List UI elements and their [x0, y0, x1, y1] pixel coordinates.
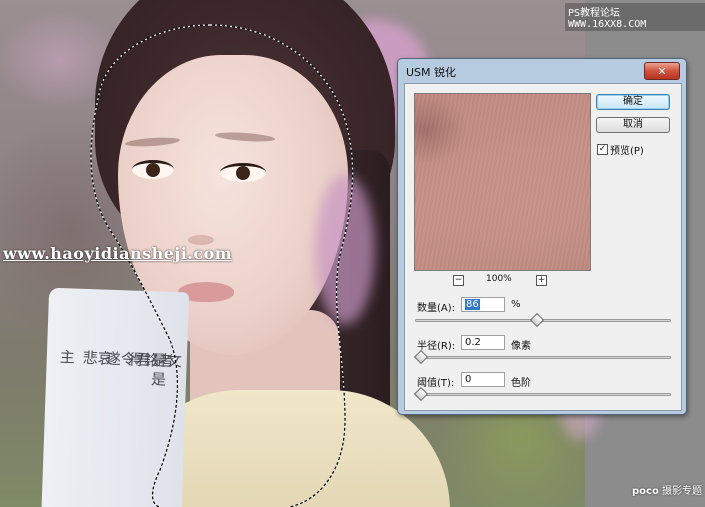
slider-thumb[interactable] — [413, 349, 429, 365]
amount-label: 数量(A): — [417, 303, 456, 314]
threshold-label: 阈值(T): — [417, 378, 455, 389]
url-watermark: www.haoyidiansheji.com — [3, 244, 233, 263]
radius-unit: 像素 — [511, 341, 531, 352]
amount-value: 86 — [465, 299, 480, 310]
amount-unit: % — [511, 299, 521, 310]
threshold-unit: 色阶 — [511, 378, 531, 389]
amount-slider[interactable] — [415, 312, 671, 328]
radius-slider[interactable] — [413, 349, 671, 365]
cancel-button[interactable]: 取消 — [596, 117, 670, 133]
zoom-controls: − 100% + — [453, 274, 553, 287]
threshold-slider[interactable] — [413, 386, 671, 402]
radius-label: 半径(R): — [417, 341, 456, 352]
checkmark-icon: ✓ — [598, 144, 607, 154]
close-button[interactable]: ✕ — [644, 62, 680, 80]
radius-input[interactable]: 0.2 — [461, 335, 505, 350]
zoom-in-button[interactable]: + — [536, 275, 547, 286]
slider-thumb[interactable] — [529, 312, 544, 328]
usm-sharpen-dialog[interactable]: USM 锐化 ✕ − 100% + 确定 取消 ✓ 预览(P) 数量(A): 8… — [397, 58, 687, 415]
ok-button[interactable]: 确定 — [596, 94, 670, 110]
slider-track[interactable] — [415, 356, 671, 359]
zoom-level: 100% — [486, 274, 512, 284]
slider-track[interactable] — [415, 393, 671, 396]
amount-input[interactable]: 86 — [461, 297, 505, 312]
close-icon: ✕ — [657, 64, 667, 78]
dialog-body: − 100% + 确定 取消 ✓ 预览(P) 数量(A): 86 % 半径(R)… — [404, 83, 682, 411]
slider-thumb[interactable] — [413, 386, 429, 402]
preview-checkbox[interactable]: ✓ — [597, 144, 608, 155]
dialog-titlebar[interactable]: USM 锐化 ✕ — [398, 59, 686, 83]
dialog-title: USM 锐化 — [406, 66, 457, 79]
zoom-out-button[interactable]: − — [453, 275, 464, 286]
poco-watermark: poco 摄影专题 — [632, 482, 702, 497]
site-watermark: PS教程论坛 WWW.16XX8.COM — [565, 3, 705, 31]
poco-text: 摄影专题 — [662, 486, 703, 497]
preview-label: 预览(P) — [610, 146, 644, 157]
threshold-input[interactable]: 0 — [461, 372, 505, 387]
preview-checkbox-row[interactable]: ✓ 预览(P) — [597, 142, 644, 157]
preview-pane[interactable] — [414, 93, 591, 271]
poco-brand: poco — [632, 486, 659, 497]
